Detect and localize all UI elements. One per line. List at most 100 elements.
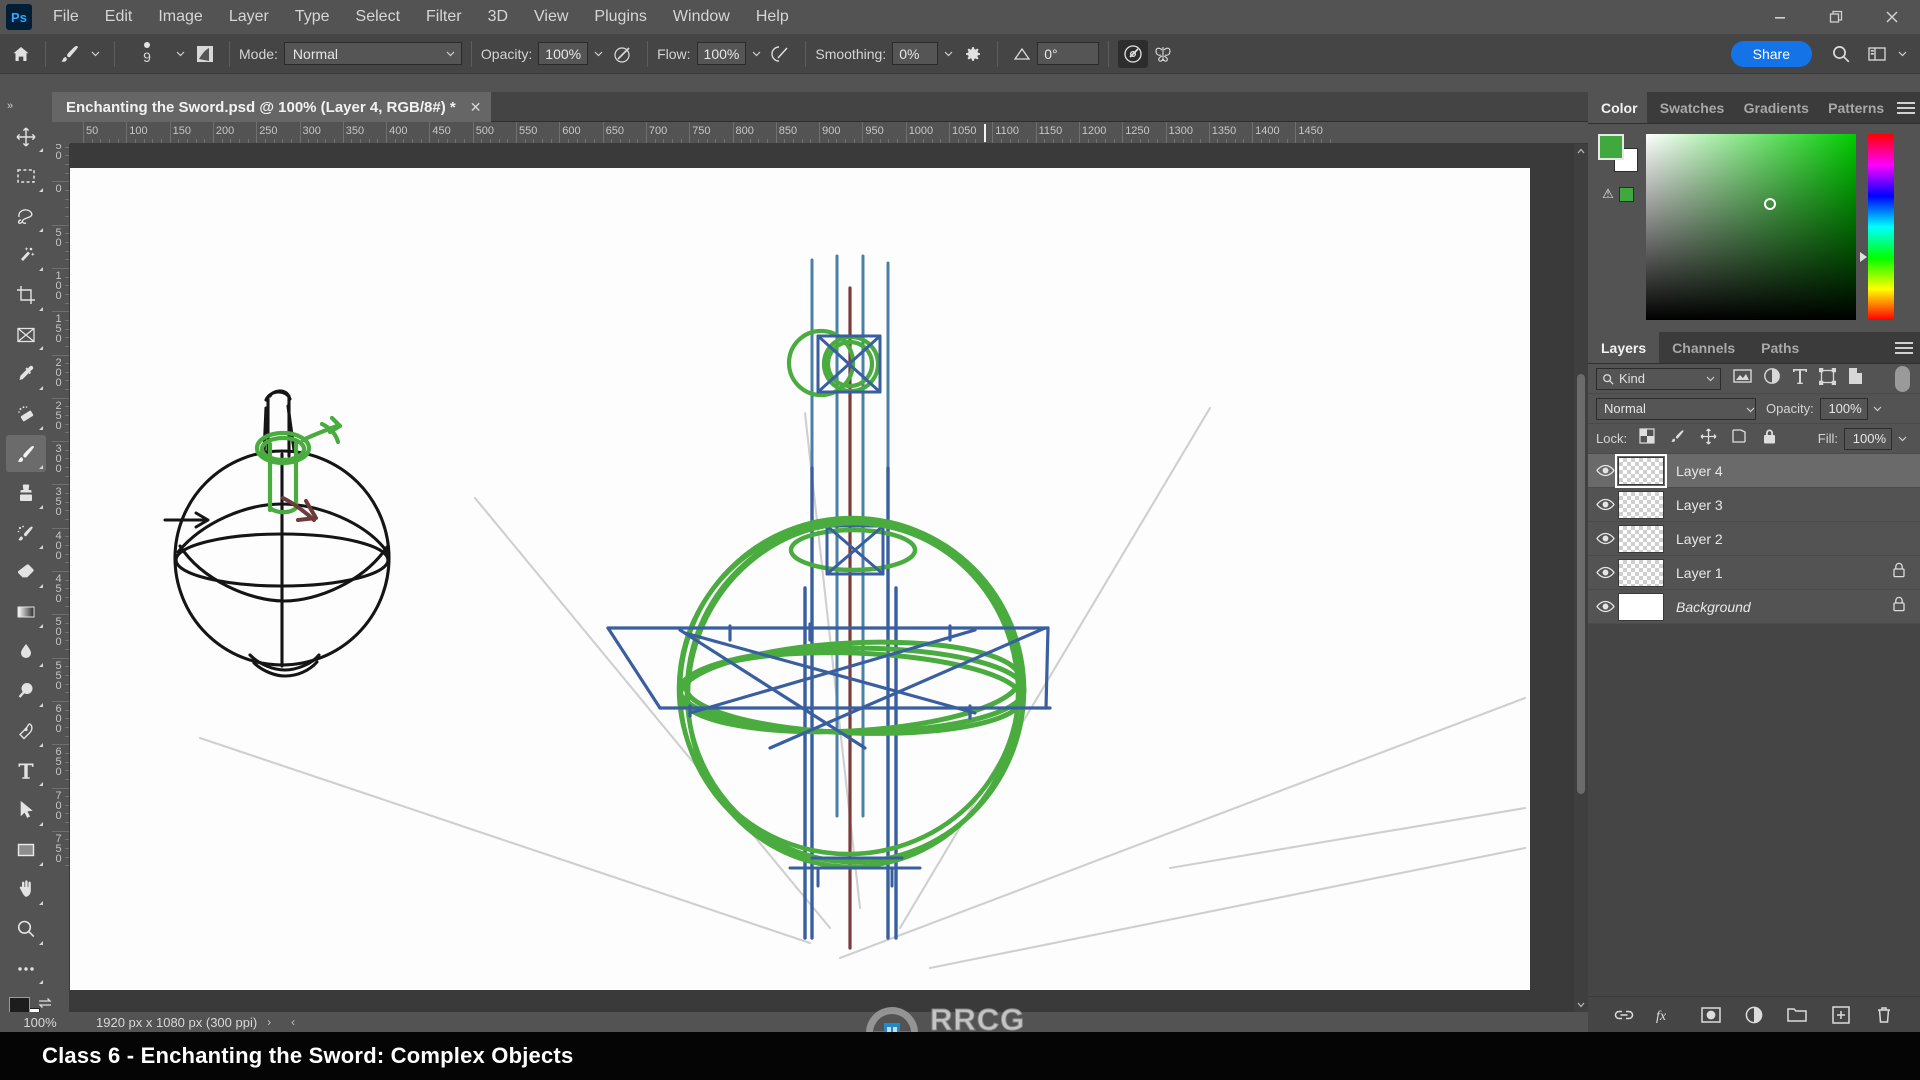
restore-icon[interactable] <box>1808 0 1864 34</box>
layer-row[interactable]: Layer 1 <box>1588 556 1920 590</box>
smart-object-icon[interactable] <box>1847 367 1863 390</box>
move-tool[interactable] <box>6 118 46 156</box>
document-tab[interactable]: Enchanting the Sword.psd @ 100% (Layer 4… <box>52 92 492 122</box>
zoom-tool[interactable] <box>6 910 46 948</box>
spot-healing-brush-tool[interactable] <box>6 395 46 433</box>
layer-lock-icon[interactable] <box>1892 562 1906 583</box>
crop-tool[interactable] <box>6 276 46 314</box>
pressure-opacity-icon[interactable] <box>608 40 638 68</box>
blur-tool[interactable] <box>6 633 46 671</box>
vertical-ruler[interactable]: 5005010015020025030035040045050055060065… <box>52 144 70 1012</box>
search-icon[interactable] <box>1826 40 1856 68</box>
tab-paths[interactable]: Paths <box>1748 332 1813 363</box>
chevron-right-icon[interactable]: › <box>257 1015 281 1029</box>
adjustment-layers-icon[interactable] <box>1763 367 1781 390</box>
flow-input[interactable]: 100% <box>696 42 747 65</box>
close-icon[interactable] <box>1864 0 1920 34</box>
brush-size-caret-icon[interactable] <box>170 43 190 64</box>
layer-fill-input[interactable]: 100% <box>1844 427 1892 450</box>
chevron-left-icon[interactable]: ‹ <box>281 1015 305 1029</box>
gamut-warning-row[interactable]: ⚠ <box>1602 186 1634 202</box>
color-picker-handle[interactable] <box>1764 198 1776 210</box>
layer-row[interactable]: Layer 3 <box>1588 488 1920 522</box>
layer-name[interactable]: Layer 3 <box>1676 497 1723 513</box>
share-button[interactable]: Share <box>1730 40 1812 67</box>
hand-tool[interactable] <box>6 871 46 909</box>
lock-all-icon[interactable] <box>1762 428 1777 450</box>
tab-color[interactable]: Color <box>1588 92 1647 123</box>
layer-visibility-eye-icon[interactable] <box>1592 498 1618 511</box>
brush-size-indicator[interactable]: 9 <box>124 39 170 69</box>
pressure-size-icon[interactable] <box>1118 39 1149 68</box>
layer-filter-kind-select[interactable]: Kind <box>1596 367 1721 390</box>
layer-row[interactable]: Background <box>1588 590 1920 624</box>
lasso-tool[interactable] <box>6 197 46 235</box>
layer-lock-icon[interactable] <box>1892 596 1906 617</box>
type-tool[interactable] <box>6 752 46 790</box>
artboard[interactable] <box>70 168 1530 990</box>
opacity-input[interactable]: 100% <box>538 42 589 65</box>
toolbar-collapse-icon[interactable]: » <box>0 96 52 117</box>
layer-visibility-eye-icon[interactable] <box>1592 600 1618 613</box>
clone-stamp-tool[interactable] <box>6 474 46 512</box>
scroll-down-icon[interactable] <box>1574 998 1588 1012</box>
lock-transparent-pixels-icon[interactable] <box>1639 428 1655 449</box>
layer-name[interactable]: Layer 1 <box>1676 565 1723 581</box>
object-selection-tool[interactable] <box>6 237 46 275</box>
layer-thumbnail[interactable] <box>1618 558 1664 587</box>
layer-styles-fx-icon[interactable]: fx <box>1654 1002 1680 1028</box>
brush-angle-input[interactable]: 0° <box>1037 42 1100 65</box>
vertical-scrollbar[interactable] <box>1574 144 1588 1012</box>
airbrush-icon[interactable] <box>766 40 796 68</box>
layer-thumbnail[interactable] <box>1615 453 1667 488</box>
layer-visibility-eye-icon[interactable] <box>1592 566 1618 579</box>
menu-window[interactable]: Window <box>660 2 743 32</box>
eraser-tool[interactable] <box>6 554 46 592</box>
layer-row[interactable]: Layer 2 <box>1588 522 1920 556</box>
layer-visibility-eye-icon[interactable] <box>1592 532 1618 545</box>
tab-gradients[interactable]: Gradients <box>1730 92 1816 123</box>
eyedropper-tool[interactable] <box>6 355 46 393</box>
swap-colors-icon[interactable] <box>37 996 53 1013</box>
tab-patterns[interactable]: Patterns <box>1815 92 1892 123</box>
zoom-level[interactable]: 100% <box>0 1014 80 1030</box>
vertical-scroll-thumb[interactable] <box>1577 374 1585 794</box>
scroll-up-icon[interactable] <box>1574 144 1588 158</box>
menu-view[interactable]: View <box>521 2 581 32</box>
brush-preset-icon[interactable] <box>55 40 85 68</box>
layer-thumbnail[interactable] <box>1618 524 1664 553</box>
add-layer-mask-icon[interactable] <box>1698 1002 1724 1028</box>
layer-opacity-input[interactable]: 100% <box>1819 397 1868 420</box>
smoothing-caret-icon[interactable] <box>938 43 958 64</box>
layer-list[interactable]: Layer 4 Layer 3 Layer 2 Layer 1 Background <box>1588 453 1920 624</box>
layer-name[interactable]: Background <box>1676 599 1751 615</box>
menu-layer[interactable]: Layer <box>216 2 282 32</box>
menu-image[interactable]: Image <box>145 2 215 32</box>
rectangle-tool[interactable] <box>6 831 46 869</box>
rectangular-marquee-tool[interactable] <box>6 157 46 195</box>
menu-help[interactable]: Help <box>743 2 802 32</box>
menu-file[interactable]: File <box>40 2 92 32</box>
document-dimensions[interactable]: 1920 px x 1080 px (300 ppi) <box>80 1015 257 1030</box>
smoothing-input[interactable]: 0% <box>892 42 939 65</box>
opacity-caret-icon[interactable] <box>588 43 608 64</box>
horizontal-ruler[interactable]: 50 100 150 200 250 300 350 400 450 500 550 600 650 70… <box>70 122 1588 144</box>
panel-menu-icon[interactable] <box>1888 332 1920 363</box>
hue-slider[interactable] <box>1860 134 1894 320</box>
menu-select[interactable]: Select <box>343 2 413 32</box>
link-layers-icon[interactable] <box>1611 1002 1637 1028</box>
workspace-switcher-icon[interactable] <box>1862 40 1892 68</box>
layer-fill-caret-icon[interactable] <box>1892 428 1912 449</box>
color-field[interactable] <box>1646 134 1856 320</box>
history-brush-tool[interactable] <box>6 514 46 552</box>
color-swatches[interactable] <box>1598 134 1638 172</box>
brush-settings-panel-icon[interactable] <box>190 40 220 68</box>
brush-preset-caret-icon[interactable] <box>85 43 105 64</box>
path-selection-tool[interactable] <box>6 791 46 829</box>
dodge-tool[interactable] <box>6 672 46 710</box>
menu-filter[interactable]: Filter <box>413 2 475 32</box>
brush-tool[interactable] <box>6 434 46 473</box>
workspace-caret-icon[interactable] <box>1892 43 1912 64</box>
symmetry-butterfly-icon[interactable] <box>1148 40 1178 68</box>
layer-visibility-eye-icon[interactable] <box>1592 464 1618 477</box>
